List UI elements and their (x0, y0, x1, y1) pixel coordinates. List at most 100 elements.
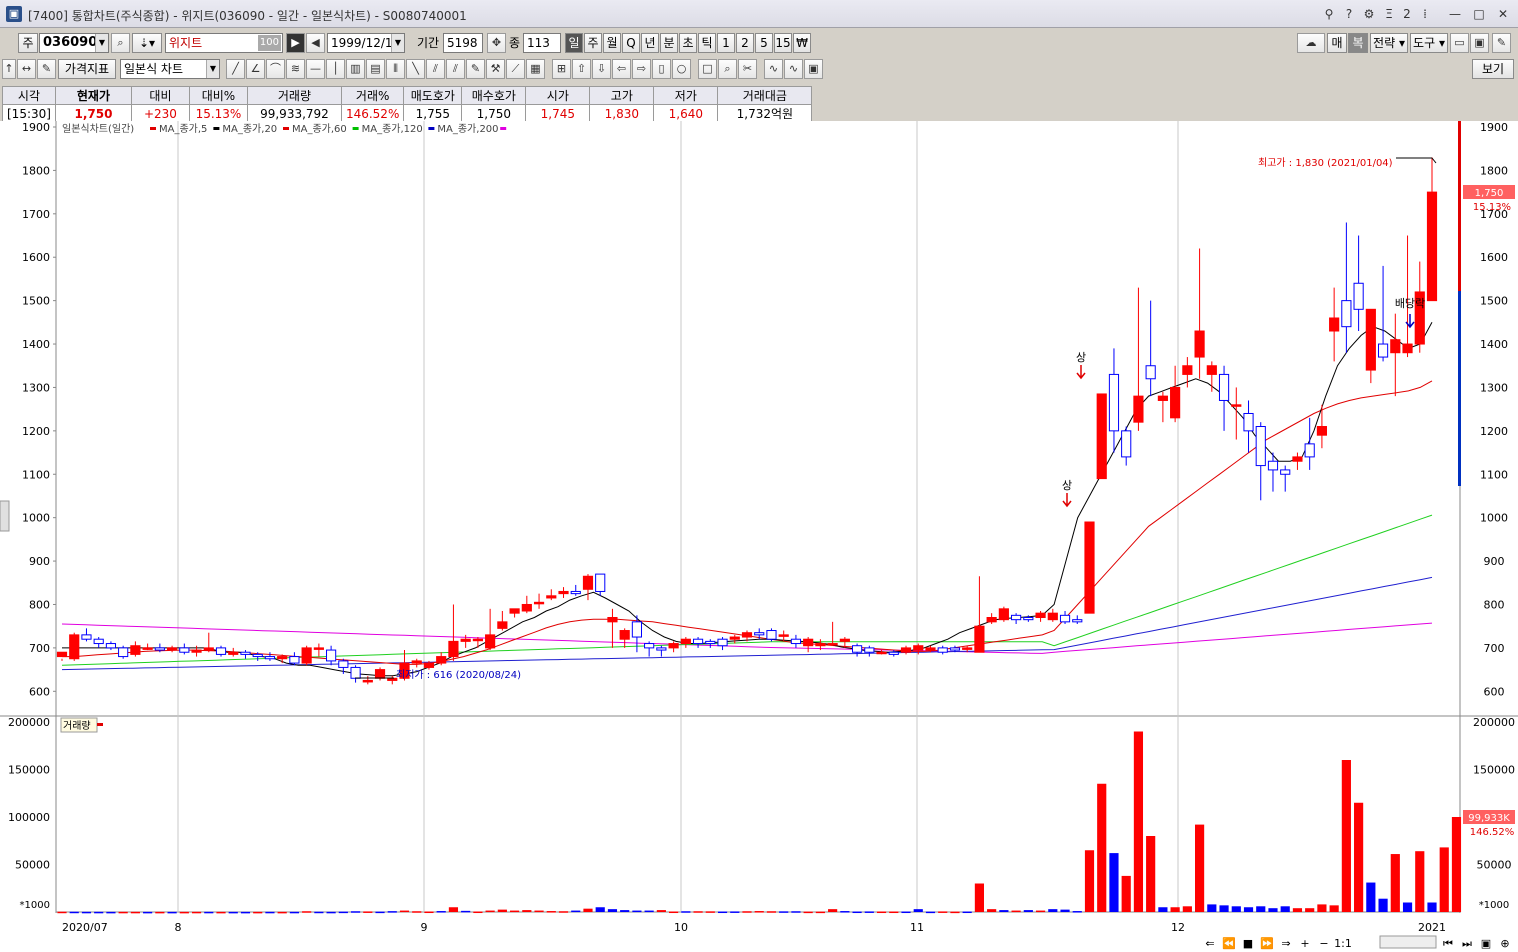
nav-control-icon[interactable]: + (1300, 937, 1309, 950)
right-tool-icon[interactable]: ⇨ (632, 59, 651, 79)
trade-button[interactable]: 매 (1327, 33, 1347, 53)
down-tool-icon[interactable]: ⇩ (592, 59, 611, 79)
candle-body (436, 656, 447, 664)
candle-body (717, 638, 728, 647)
minimize-button[interactable]: — (1446, 4, 1464, 24)
wave2-tool-icon[interactable]: ∿ (784, 59, 803, 79)
chart-area[interactable]: 2020/07 8 9 10 11 12 2021 600 600 700 700 800 800 900… (0, 121, 1518, 952)
next-icon[interactable]: ▶ (286, 33, 305, 53)
nav-control-icon[interactable]: ⏩ (1260, 937, 1274, 950)
candle-body (1353, 282, 1364, 310)
indicator-button[interactable]: 가격지표 (58, 59, 116, 79)
interval-tab[interactable]: 5 (755, 33, 773, 53)
prev-icon[interactable]: ◀ (306, 33, 325, 53)
nav-control-icon[interactable]: 1:1 (1334, 937, 1352, 950)
nav-end-icon[interactable]: ⊕ (1500, 937, 1509, 950)
strategy-button[interactable]: 전략 ▾ (1370, 33, 1408, 53)
image-tool-icon[interactable]: ▣ (804, 59, 823, 79)
interval-tab[interactable]: 년 (641, 33, 659, 53)
menu-icon[interactable]: Ξ (1380, 4, 1398, 24)
up-tool-icon[interactable]: ⇧ (572, 59, 591, 79)
interval-tab[interactable]: 틱 (698, 33, 716, 53)
nav-control-icon[interactable]: ⏪ (1222, 937, 1236, 950)
left-tool-icon[interactable]: ⇦ (612, 59, 631, 79)
measure-tool-icon[interactable]: ⟋ (506, 59, 525, 79)
help-button[interactable]: ? (1340, 4, 1358, 24)
nav-end-icon[interactable]: ▣ (1481, 937, 1491, 950)
angle-tool-icon[interactable]: ∠ (246, 59, 265, 79)
interval-tab[interactable]: 2 (736, 33, 754, 53)
interval-tab[interactable]: 주 (584, 33, 602, 53)
line-tool-icon[interactable]: ╱ (226, 59, 245, 79)
layout-icon[interactable]: ⁞ (1416, 4, 1434, 24)
interval-tab[interactable]: 15 (774, 33, 792, 53)
wrench-icon[interactable]: ✎ (1492, 33, 1511, 53)
interval-tab[interactable]: 월 (603, 33, 621, 53)
volume-bar (766, 911, 777, 913)
tool-tool-icon[interactable]: ⚒ (486, 59, 505, 79)
view-button[interactable]: 보기 (1472, 59, 1514, 79)
zoom-tool-icon[interactable]: ⌕ (718, 59, 737, 79)
interval-tab[interactable]: 일 (565, 33, 583, 53)
volume-bar (1390, 854, 1400, 912)
up-arrow-icon[interactable]: ↑ (2, 59, 16, 79)
search-icon[interactable]: ⌕ (111, 33, 130, 53)
stock-name-field[interactable]: 위지트 100 (165, 33, 283, 53)
trend-tool-icon[interactable]: ╲ (406, 59, 425, 79)
vline-tool-icon[interactable]: │ (326, 59, 345, 79)
box-tool-icon[interactable]: ⊞ (552, 59, 571, 79)
save-icon[interactable]: ▣ (1470, 33, 1489, 53)
cycle-tool-icon[interactable]: ⫴ (386, 59, 405, 79)
period-input[interactable]: 5198 (443, 33, 483, 53)
candle-body (1292, 456, 1303, 462)
date-input[interactable]: 1999/12/10 ▼ (327, 33, 405, 53)
tools-button[interactable]: 도구 ▾ (1410, 33, 1448, 53)
interval-tab[interactable]: Q (622, 33, 640, 53)
volume-bar (1451, 817, 1462, 912)
close-button[interactable]: ✕ (1494, 4, 1512, 24)
pen-tool-icon[interactable]: ✎ (466, 59, 485, 79)
channel-tool-icon[interactable]: ⫽ (426, 59, 445, 79)
wave-tool-icon[interactable]: ∿ (764, 59, 783, 79)
nav-end-icon[interactable]: ⏭ (1462, 937, 1472, 950)
fill-tool-icon[interactable]: ▦ (526, 59, 545, 79)
chart-svg[interactable]: 2020/07 8 9 10 11 12 2021 600 600 700 700 800 800 900… (0, 121, 1518, 952)
open-icon[interactable]: ▭ (1450, 33, 1469, 53)
hline-tool-icon[interactable]: — (306, 59, 325, 79)
count-input[interactable]: 113 (523, 33, 561, 53)
candle-body (1426, 191, 1438, 302)
doc-tool-icon[interactable]: ▯ (652, 59, 671, 79)
arc-tool-icon[interactable]: ⌒ (266, 59, 285, 79)
pin-icon[interactable]: ⚲ (1320, 4, 1338, 24)
grid-h-tool-icon[interactable]: ▤ (366, 59, 385, 79)
move-icon[interactable]: ✥ (487, 33, 506, 53)
candle-body (1255, 426, 1266, 467)
settings-icon[interactable]: ⚙ (1360, 4, 1378, 24)
multi-button[interactable]: 복 (1348, 33, 1368, 53)
chart-type-select[interactable]: 일본식 차트 ▼ (120, 59, 220, 79)
parallel-tool-icon[interactable]: ⫽ (446, 59, 465, 79)
interval-tab[interactable]: ₩ (793, 33, 811, 53)
link-count-button[interactable]: 2 (1398, 4, 1416, 24)
interval-tab[interactable]: 초 (679, 33, 697, 53)
cut-tool-icon[interactable]: ✂ (738, 59, 757, 79)
nav-control-icon[interactable]: ■ (1243, 937, 1253, 950)
rect-tool-icon[interactable]: □ (698, 59, 717, 79)
cloud-icon[interactable]: ☁ (1297, 33, 1325, 53)
interval-tab[interactable]: 1 (717, 33, 735, 53)
grid-v-tool-icon[interactable]: ▥ (346, 59, 365, 79)
nav-end-icon[interactable]: ⏮ (1443, 937, 1453, 950)
sort-button[interactable]: ⇣▾ (132, 33, 162, 53)
nav-control-icon[interactable]: − (1319, 937, 1328, 950)
nav-control-icon[interactable]: ⇒ (1281, 937, 1290, 950)
stock-code-input[interactable]: 036090 ▼ (39, 33, 109, 53)
edit-icon[interactable]: ✎ (37, 59, 56, 79)
expand-icon[interactable]: ↔ (17, 59, 36, 79)
fibonacci-tool-icon[interactable]: ≋ (286, 59, 305, 79)
maximize-button[interactable]: □ (1470, 4, 1488, 24)
nav-control-icon[interactable]: ⇐ (1205, 937, 1214, 950)
market-select[interactable]: 주 (18, 33, 38, 53)
legend-swatch (213, 127, 220, 130)
interval-tab[interactable]: 분 (660, 33, 678, 53)
circle-tool-icon[interactable]: ○ (672, 59, 691, 79)
